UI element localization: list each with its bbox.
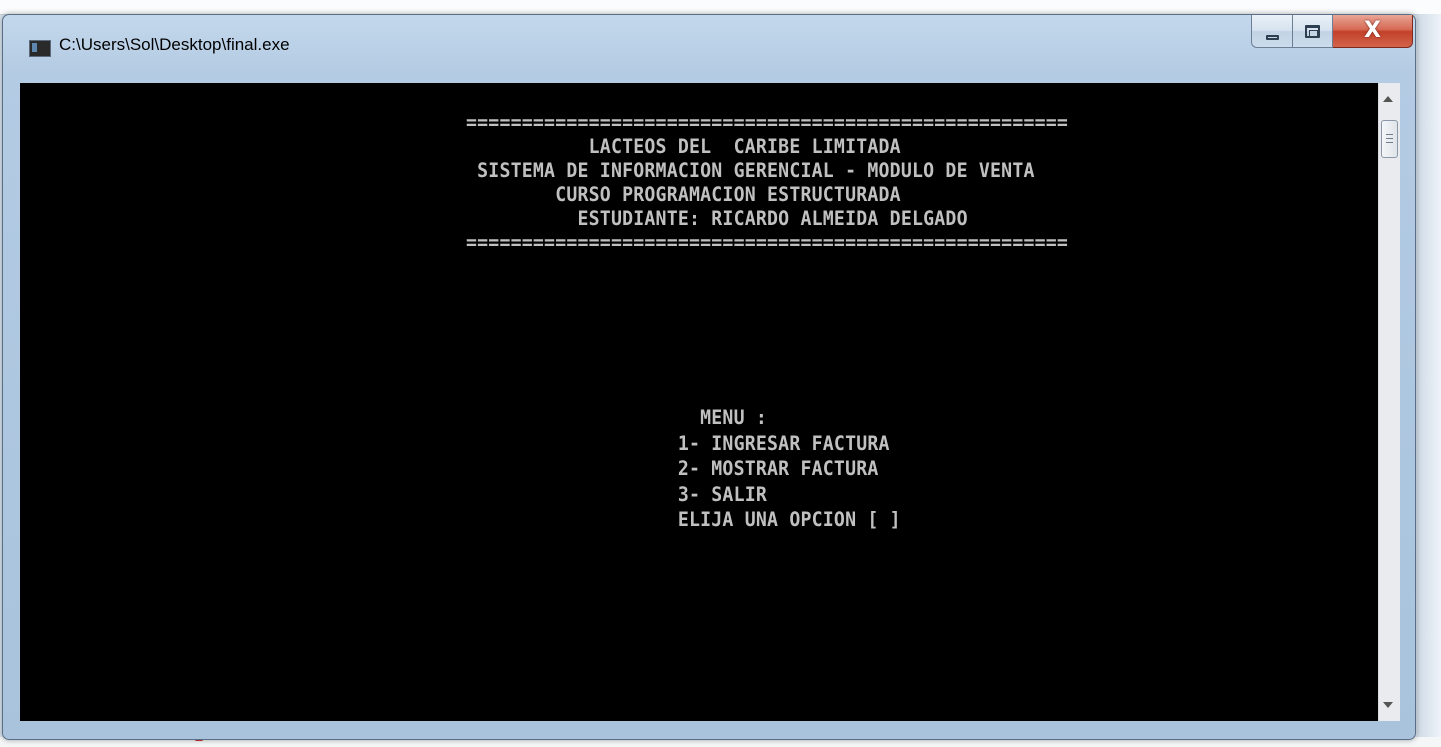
minimize-button[interactable]: [1251, 15, 1293, 48]
arrow-down-icon[interactable]: [1383, 702, 1393, 708]
scroll-thumb[interactable]: [1381, 120, 1398, 158]
console-line-separator-top: ========================================…: [20, 111, 1069, 135]
console-line-company: LACTEOS DEL CARIBE LIMITADA: [20, 135, 901, 159]
console-line-separator-bottom: ========================================…: [20, 231, 1069, 255]
console-line-option-1: 1- INGRESAR FACTURA: [20, 432, 890, 456]
caption-buttons: X: [1251, 15, 1413, 49]
console-line-option-2: 2- MOSTRAR FACTURA: [20, 457, 879, 481]
title-bar[interactable]: C:\Users\Sol\Desktop\final.exe X: [3, 15, 1415, 81]
console-output[interactable]: ========================================…: [20, 83, 1378, 721]
grip-line: [1386, 134, 1393, 135]
console-window: C:\Users\Sol\Desktop\final.exe X =======…: [2, 14, 1416, 740]
desktop-right-edge: [1417, 14, 1441, 747]
console-line-option-3: 3- SALIR: [20, 483, 768, 507]
minimize-icon: [1265, 34, 1279, 40]
window-title: C:\Users\Sol\Desktop\final.exe: [59, 35, 290, 54]
grip-line: [1386, 142, 1393, 143]
arrow-up-icon[interactable]: [1383, 96, 1393, 102]
vertical-scrollbar[interactable]: [1378, 83, 1400, 721]
grip-line: [1386, 138, 1393, 139]
console-line-prompt[interactable]: ELIJA UNA OPCION [ ]: [20, 509, 901, 532]
console-line-course: CURSO PROGRAMACION ESTRUCTURADA: [20, 183, 901, 207]
maximize-button[interactable]: [1293, 15, 1333, 48]
close-icon: X: [1364, 18, 1381, 43]
console-app-icon[interactable]: [29, 40, 51, 57]
maximize-icon: [1305, 24, 1320, 38]
close-button[interactable]: X: [1333, 15, 1413, 48]
console-line-menu-title: MENU :: [20, 406, 768, 430]
console-line-student: ESTUDIANTE: RICARDO ALMEIDA DELGADO: [20, 207, 968, 231]
desktop-top-edge: [0, 0, 1441, 15]
console-line-system: SISTEMA DE INFORMACION GERENCIAL - MODUL…: [20, 159, 1035, 183]
